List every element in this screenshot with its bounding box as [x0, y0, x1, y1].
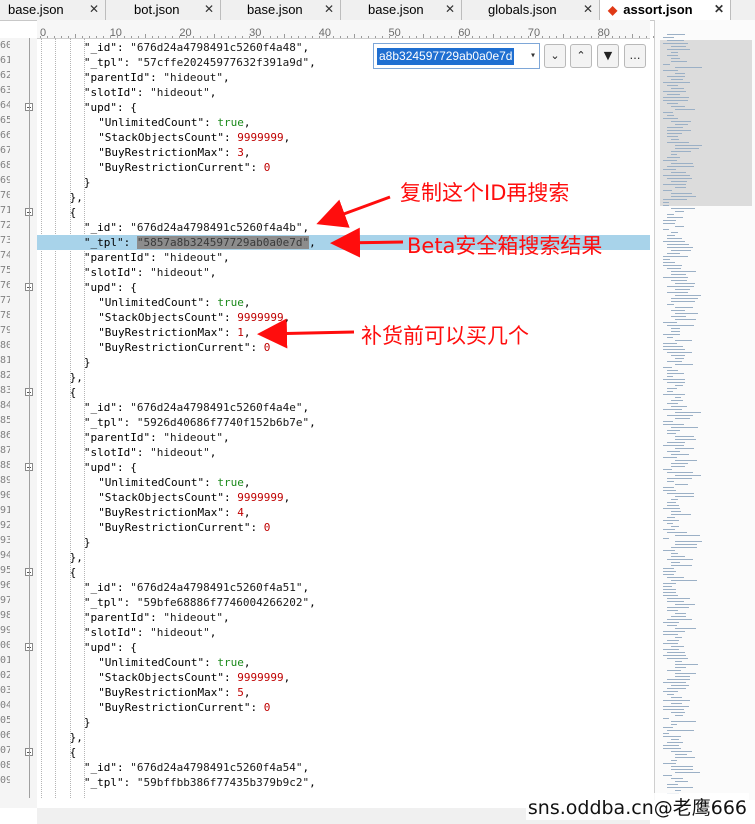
annotation-restock: 补货前可以买几个 — [361, 324, 529, 348]
annotation-arrows — [257, 195, 404, 349]
arrow-to-id — [316, 195, 391, 228]
arrow-to-tpl — [330, 227, 404, 258]
arrow-to-buy-max — [257, 318, 355, 349]
watermark: sns.oddba.cn@老鹰666 — [525, 793, 749, 820]
annotation-copy-id: 复制这个ID再搜索 — [400, 181, 570, 205]
annotation-beta-result: Beta安全箱搜索结果 — [407, 234, 603, 258]
